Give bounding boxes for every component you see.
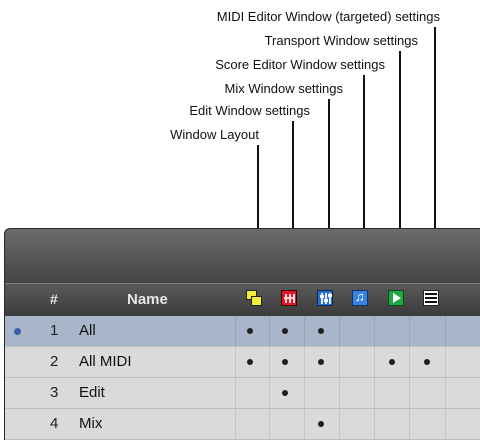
column-divider — [339, 347, 340, 377]
location-number: 1 — [50, 322, 59, 339]
column-divider — [409, 409, 410, 439]
setting-enabled-dot[interactable] — [318, 421, 324, 427]
column-divider — [304, 409, 305, 439]
memory-location-row[interactable]: 4 Mix — [5, 409, 480, 440]
callout-transport-settings: Transport Window settings — [264, 33, 418, 48]
callout-edit-settings: Edit Window settings — [189, 103, 310, 118]
window-layout-icon[interactable] — [246, 290, 262, 306]
column-divider — [235, 409, 236, 439]
column-divider — [235, 316, 236, 346]
memory-location-list: 1 All 2 All MIDI 3 Edit 4 Mix — [5, 316, 480, 440]
memory-location-row[interactable]: 2 All MIDI — [5, 347, 480, 378]
column-divider — [374, 409, 375, 439]
column-header-number[interactable]: # — [50, 291, 58, 307]
memory-location-row[interactable]: 1 All — [5, 316, 480, 347]
location-number: 2 — [50, 353, 59, 370]
transport-window-icon[interactable] — [388, 290, 404, 306]
setting-enabled-dot[interactable] — [389, 359, 395, 365]
column-divider — [339, 409, 340, 439]
setting-enabled-dot[interactable] — [247, 359, 253, 365]
callout-mix-settings: Mix Window settings — [224, 81, 343, 96]
location-name[interactable]: All MIDI — [79, 353, 132, 370]
location-number: 3 — [50, 384, 59, 401]
setting-enabled-dot[interactable] — [282, 359, 288, 365]
column-divider — [339, 378, 340, 408]
column-divider — [409, 378, 410, 408]
column-divider — [445, 316, 446, 346]
column-divider — [304, 347, 305, 377]
location-number: 4 — [50, 415, 59, 432]
score-editor-icon[interactable] — [352, 289, 368, 306]
column-divider — [409, 316, 410, 346]
setting-enabled-dot[interactable] — [318, 328, 324, 334]
memory-location-row[interactable]: 3 Edit — [5, 378, 480, 409]
column-divider — [374, 316, 375, 346]
setting-enabled-dot[interactable] — [318, 359, 324, 365]
column-divider — [269, 316, 270, 346]
column-divider — [374, 378, 375, 408]
column-divider — [304, 316, 305, 346]
callout-midi-editor-settings: MIDI Editor Window (targeted) settings — [216, 9, 440, 24]
column-divider — [445, 347, 446, 377]
column-divider — [304, 378, 305, 408]
location-name[interactable]: All — [79, 322, 96, 339]
mix-window-icon[interactable] — [317, 290, 333, 306]
column-divider — [235, 378, 236, 408]
column-divider — [269, 378, 270, 408]
column-divider — [409, 347, 410, 377]
list-header: # Name — [5, 283, 480, 317]
column-divider — [445, 378, 446, 408]
setting-enabled-dot[interactable] — [424, 359, 430, 365]
memory-locations-window: # Name 1 All 2 All MIDI 3 Edit 4 Mix — [4, 228, 480, 440]
column-divider — [374, 347, 375, 377]
setting-enabled-dot[interactable] — [282, 390, 288, 396]
selected-marker — [14, 328, 21, 335]
setting-enabled-dot[interactable] — [247, 328, 253, 334]
window-toolbar-area — [5, 229, 480, 283]
callout-score-editor-settings: Score Editor Window settings — [215, 57, 385, 72]
location-name[interactable]: Mix — [79, 415, 102, 432]
midi-editor-icon[interactable] — [423, 290, 439, 306]
setting-enabled-dot[interactable] — [282, 328, 288, 334]
callout-window-layout: Window Layout — [170, 127, 259, 142]
edit-window-icon[interactable] — [281, 290, 297, 306]
column-divider — [445, 409, 446, 439]
column-divider — [269, 347, 270, 377]
column-divider — [235, 347, 236, 377]
location-name[interactable]: Edit — [79, 384, 105, 401]
column-header-name[interactable]: Name — [127, 291, 168, 308]
column-divider — [269, 409, 270, 439]
column-divider — [339, 316, 340, 346]
